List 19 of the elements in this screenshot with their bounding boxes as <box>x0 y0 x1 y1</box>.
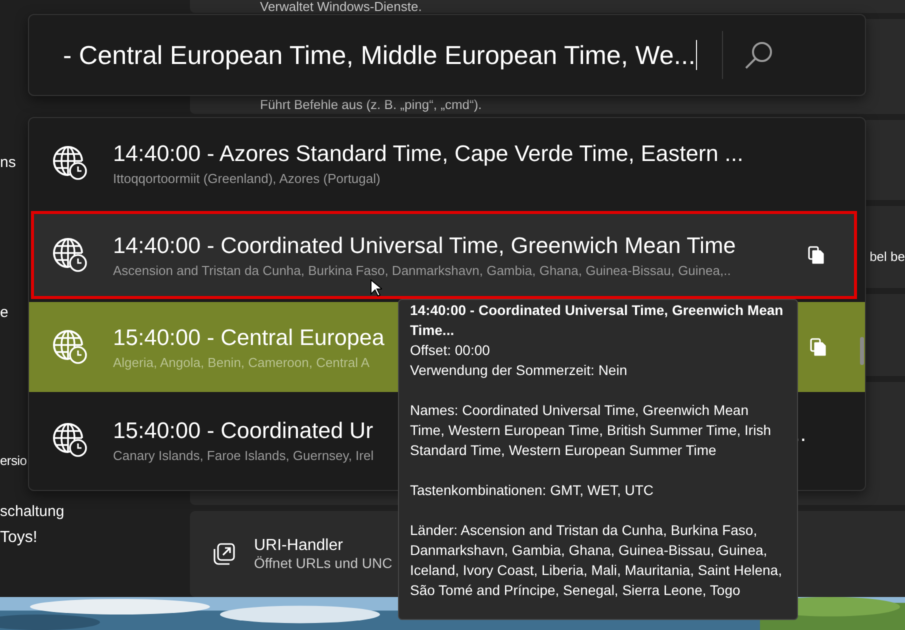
result-title: 15:40:00 - Central Europea <box>113 324 384 350</box>
result-subtitle: Algeria, Angola, Benin, Cameroon, Central A <box>113 354 371 370</box>
tooltip-paragraph: Länder: Ascension and Tristan da Cunha, Burkina Faso, Danmarkshavn, Gambia, Ghana, Guinea-Bissau, Guinea, Iceland, Ivory Coast, Liberia, Mali, Mauritania, Saint Helena, São Tomé and Príncipe, Senegal, Sierra Leone, Togo <box>410 521 783 600</box>
card-description: Führt Befehle aus (z. B. „ping“, „cmd“). <box>260 97 482 112</box>
result-subtitle: Ittoqqortoormiit (Greenland), Azores (Portugal) <box>113 170 382 186</box>
tooltip-title: 14:40:00 - Coordinated Universal Time, Greenwich Mean Time... <box>410 301 784 340</box>
result-title: 14:40:00 - Azores Standard Time, Cape Verde Time, Eastern ... <box>113 140 744 166</box>
tooltip-line: Verwendung der Sommerzeit: Nein <box>410 361 628 380</box>
card-description: Verwaltet Windows-Dienste. <box>260 0 422 13</box>
tooltip-paragraph: Names: Coordinated Universal Time, Greenwich Mean Time, Western European Time, British Summer Time, Irish Standard Time, Western European Summer Time <box>410 401 772 460</box>
result-title: 14:40:00 - Coordinated Universal Time, Greenwich Mean Time <box>113 232 736 258</box>
card-description: Öffnet URLs und UNC <box>254 555 392 571</box>
result-subtitle: Canary Islands, Faroe Islands, Guernsey, Irel <box>113 448 374 462</box>
result-title: 15:40:00 - Coordinated Ur <box>113 418 374 444</box>
tooltip-paragraph: Tastenkombinationen: GMT, WET, UTC <box>410 481 655 500</box>
card-title: URI-Handler <box>254 537 344 555</box>
tooltip-line: Offset: 00:00 <box>410 341 491 360</box>
card-label: bel be <box>870 248 905 264</box>
result-subtitle: Ascension and Tristan da Cunha, Burkina Faso, Danmarkshavn, Gambia, Ghana, Guinea-Bissau, Guinea,.. <box>113 262 732 278</box>
